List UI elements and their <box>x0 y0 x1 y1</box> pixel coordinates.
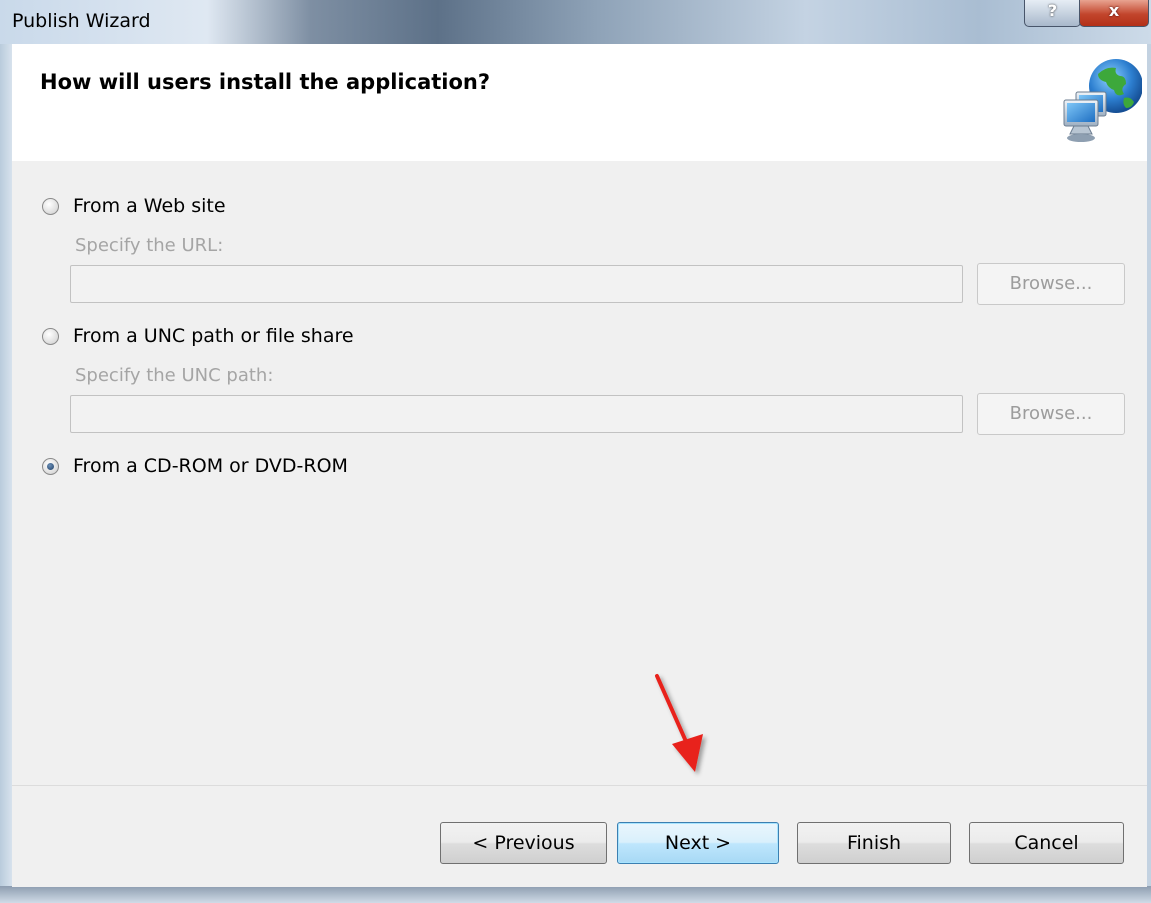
help-button[interactable]: ? <box>1024 0 1081 27</box>
wizard-header: How will users install the application? <box>12 44 1147 161</box>
window-frame-right <box>1147 44 1151 889</box>
option-web-site-label: From a Web site <box>73 195 226 217</box>
publish-wizard-window: Publish Wizard ? x How will users instal… <box>0 0 1151 903</box>
wizard-footer: < Previous Next > Finish Cancel <box>12 785 1147 887</box>
previous-button[interactable]: < Previous <box>440 822 607 864</box>
close-button[interactable]: x <box>1079 0 1149 27</box>
window-title: Publish Wizard <box>12 10 151 32</box>
cancel-button[interactable]: Cancel <box>969 822 1124 864</box>
option-cd-dvd-label: From a CD-ROM or DVD-ROM <box>73 455 348 477</box>
option-cd-dvd[interactable]: From a CD-ROM or DVD-ROM <box>42 453 348 479</box>
finish-button[interactable]: Finish <box>797 822 951 864</box>
option-web-site[interactable]: From a Web site <box>42 193 226 219</box>
page-heading: How will users install the application? <box>40 70 491 94</box>
window-frame-left <box>0 44 12 889</box>
url-input[interactable] <box>70 265 963 303</box>
option-unc-path[interactable]: From a UNC path or file share <box>42 323 354 349</box>
globe-computer-icon <box>1063 59 1142 142</box>
radio-web-site[interactable] <box>42 197 59 215</box>
red-arrow-icon <box>655 674 703 772</box>
title-bar[interactable]: Publish Wizard ? x <box>0 0 1151 44</box>
browse-unc-button[interactable]: Browse... <box>977 393 1125 435</box>
radio-cd-dvd[interactable] <box>42 457 59 475</box>
wizard-content: From a Web site Specify the URL: Browse.… <box>12 161 1147 785</box>
window-frame-bottom <box>0 886 1151 903</box>
unc-path-label: Specify the UNC path: <box>75 365 274 386</box>
browse-url-button[interactable]: Browse... <box>977 263 1125 305</box>
url-label: Specify the URL: <box>75 235 224 256</box>
option-unc-path-label: From a UNC path or file share <box>73 325 354 347</box>
radio-unc-path[interactable] <box>42 327 59 345</box>
next-button[interactable]: Next > <box>617 822 779 864</box>
unc-path-input[interactable] <box>70 395 963 433</box>
